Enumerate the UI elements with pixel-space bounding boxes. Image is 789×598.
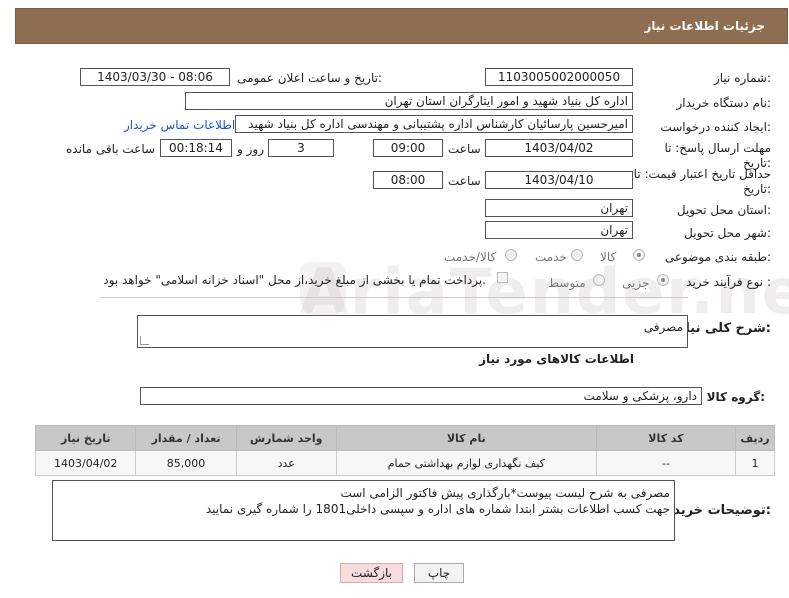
buyer-notes-label: توضیحات خریدار: xyxy=(661,503,771,518)
col-header-unit: واحد شمارش xyxy=(235,425,337,451)
buyer-org-field: اداره کل بنیاد شهید و امور ایثارگران است… xyxy=(185,92,633,110)
reply-deadline-time-label: ساعت xyxy=(448,142,481,156)
goods-group-label: گروه کالا: xyxy=(706,390,765,404)
goods-table: تاریخ نیاز تعداد / مقدار واحد شمارش نام … xyxy=(34,425,775,476)
col-header-goods-name: نام کالا xyxy=(335,425,597,451)
buyer-notes-line-1: مصرفی به شرح لیست پیوست*بارگذاری پیش فاک… xyxy=(340,486,670,500)
category-radio-goods[interactable] xyxy=(633,249,645,261)
reply-days-label: روز و xyxy=(237,142,264,156)
purchase-process-label: نوع فرآیند خرید : xyxy=(686,275,771,289)
col-header-quantity: تعداد / مقدار xyxy=(135,425,237,451)
back-button[interactable]: بازگشت xyxy=(340,563,403,583)
page-title: جزئیات اطلاعات نیاز xyxy=(644,19,765,33)
requester-field: امیرحسین پارسائیان کارشناس اداره پشتیبان… xyxy=(235,115,633,133)
category-radio-goods-service[interactable] xyxy=(505,249,517,261)
remaining-time-label: ساعت باقی مانده xyxy=(66,142,156,156)
price-validity-label: حداقل تاریخ اعتبار قیمت: تا تاریخ: xyxy=(633,167,771,196)
buyer-notes-line-2: جهت کسب اطلاعات بشتر ابتدا شماره های ادا… xyxy=(205,502,670,516)
buyer-org-label: نام دستگاه خریدار: xyxy=(676,96,772,110)
need-number-label: شماره نیاز: xyxy=(713,71,771,85)
cell-quantity: 85,000 xyxy=(135,450,237,476)
print-button[interactable]: چاپ xyxy=(414,563,464,583)
announce-datetime-label: تاریخ و ساعت اعلان عمومی: xyxy=(237,71,382,85)
col-header-goods-code: کد کالا xyxy=(595,425,737,451)
reply-days-field: 3 xyxy=(268,139,334,157)
process-option-minor: جزیی xyxy=(622,276,650,290)
goods-group-field: دارو، پزشکی و سلامت xyxy=(140,387,702,405)
treasury-payment-checkbox[interactable] xyxy=(497,272,508,283)
category-radio-service[interactable] xyxy=(571,249,583,261)
cell-goods-name: کیف نگهداری لوازم بهداشتی حمام xyxy=(335,450,597,476)
buyer-contact-link[interactable]: اطلاعات تماس خریدار xyxy=(124,118,235,132)
price-validity-date-field: 1403/04/10 xyxy=(485,171,633,189)
requester-label: ایجاد کننده درخواست: xyxy=(660,120,771,134)
category-option-goods: کالا xyxy=(600,250,617,264)
announce-datetime-field: 1403/03/30 - 08:06 xyxy=(80,68,230,86)
need-description-text: مصرفی xyxy=(643,320,683,334)
category-option-service: خدمت xyxy=(535,250,567,264)
reply-deadline-time-field: 09:00 xyxy=(373,139,443,157)
buyer-notes-field[interactable]: مصرفی به شرح لیست پیوست*بارگذاری پیش فاک… xyxy=(52,480,675,541)
col-header-row: ردیف xyxy=(735,425,775,451)
page-header: جزئیات اطلاعات نیاز xyxy=(15,8,788,44)
price-validity-time-label: ساعت xyxy=(448,174,481,188)
goods-section-title: اطلاعات کالاهای مورد نیاز xyxy=(479,352,634,366)
remaining-time-field: 00:18:14 xyxy=(160,139,232,157)
cell-unit: عدد xyxy=(235,450,337,476)
cell-need-date: 1403/04/02 xyxy=(34,450,137,476)
price-validity-time-field: 08:00 xyxy=(373,171,443,189)
delivery-city-field: تهران xyxy=(485,221,633,239)
col-header-need-date: تاریخ نیاز xyxy=(34,425,137,451)
section-divider xyxy=(100,297,688,298)
delivery-province-field: تهران xyxy=(485,199,633,217)
process-option-medium: متوسط xyxy=(548,276,586,290)
need-description-label: شرح کلی نیاز: xyxy=(677,321,771,336)
treasury-payment-note: پرداخت تمام یا بخشی از مبلغ خرید،از محل … xyxy=(103,273,486,287)
category-option-goods-service: کالا/خدمت xyxy=(444,250,497,264)
process-radio-minor[interactable] xyxy=(657,274,669,286)
process-radio-medium[interactable] xyxy=(593,274,605,286)
goods-table-header-row: تاریخ نیاز تعداد / مقدار واحد شمارش نام … xyxy=(34,425,775,451)
need-description-field[interactable]: مصرفی xyxy=(137,315,688,348)
delivery-province-label: استان محل تحویل: xyxy=(676,203,771,217)
cell-row-number: 1 xyxy=(735,450,775,476)
table-row: 1403/04/02 85,000 عدد کیف نگهداری لوازم … xyxy=(34,450,775,476)
category-label: طبقه بندی موضوعی: xyxy=(664,250,771,264)
need-number-field: 1103005002000050 xyxy=(485,68,633,86)
delivery-city-label: شهر محل تحویل: xyxy=(684,226,771,240)
reply-deadline-date-field: 1403/04/02 xyxy=(485,139,633,157)
resize-handle-icon[interactable] xyxy=(140,336,149,345)
cell-goods-code: -- xyxy=(595,450,737,476)
